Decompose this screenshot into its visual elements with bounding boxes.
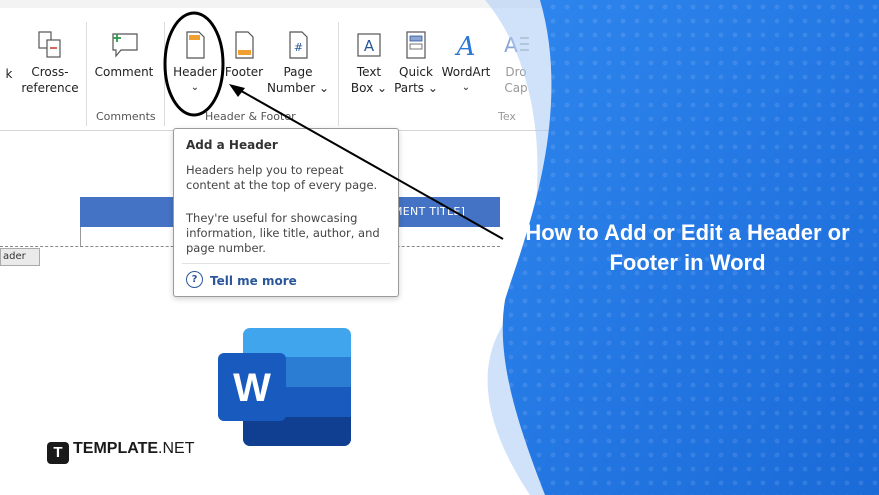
highlight-circle (163, 11, 225, 117)
screenshot-frame: k Cross- reference Comment Comments Head… (0, 0, 879, 495)
pointer-arrow (235, 87, 504, 240)
annotation-layer (163, 11, 504, 240)
arrowhead-icon (229, 84, 245, 97)
